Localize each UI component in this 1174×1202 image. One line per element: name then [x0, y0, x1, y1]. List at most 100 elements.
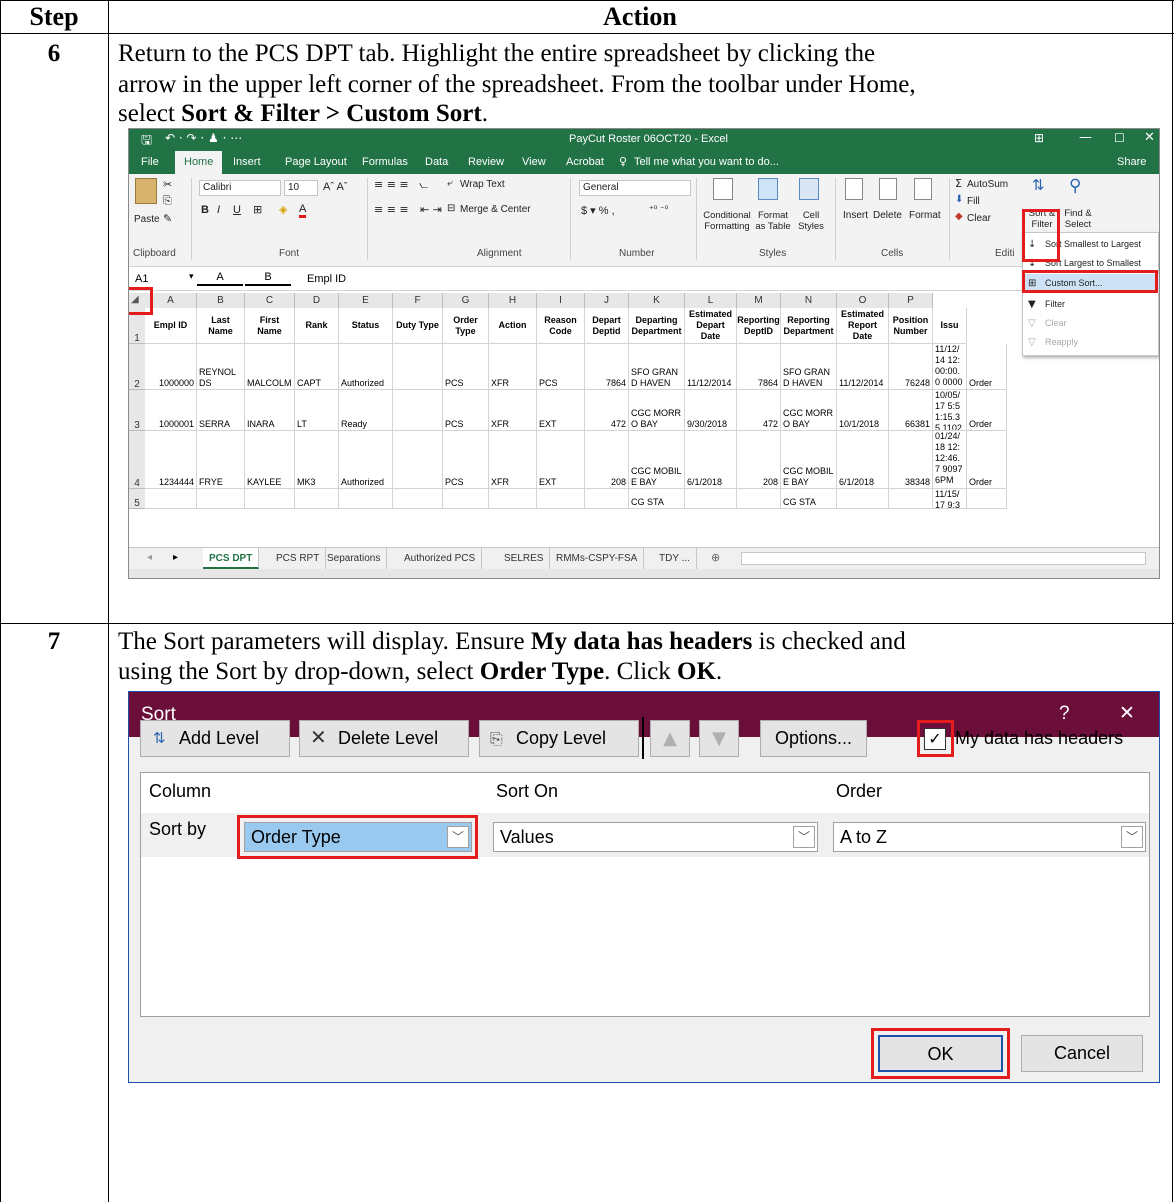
- merge-center-button[interactable]: Merge & Center: [460, 204, 531, 215]
- header-cell[interactable]: First Name: [245, 308, 295, 344]
- font-name-select[interactable]: Calibri: [199, 180, 281, 196]
- table-cell[interactable]: XFR: [489, 431, 537, 489]
- orientation-icon[interactable]: ⦦: [419, 178, 428, 192]
- font-size-select[interactable]: 10: [284, 180, 318, 196]
- header-cell[interactable]: Estimated Report Date: [837, 308, 889, 344]
- sort-on-select[interactable]: Values ﹀: [493, 822, 818, 852]
- header-cell[interactable]: Order Type: [443, 308, 489, 344]
- table-cell[interactable]: 208: [737, 431, 781, 489]
- table-cell[interactable]: [145, 489, 197, 509]
- tab-data[interactable]: Data: [425, 156, 448, 168]
- maximize-icon[interactable]: ☐: [1114, 131, 1125, 145]
- sheet-tab-selres[interactable]: SELRES: [498, 548, 551, 569]
- header-cell[interactable]: Issu: [933, 308, 967, 344]
- table-cell[interactable]: [393, 344, 443, 390]
- sheet-tab-pcs-dpt[interactable]: PCS DPT: [203, 548, 260, 569]
- undo-icon[interactable]: ↶ · ↷ · ♟ · ⋯: [165, 131, 242, 145]
- row-header[interactable]: 5: [129, 489, 145, 509]
- header-cell[interactable]: Action: [489, 308, 537, 344]
- header-cell[interactable]: Rank: [295, 308, 339, 344]
- column-header[interactable]: C: [245, 293, 295, 308]
- table-cell[interactable]: Order: [967, 390, 1007, 431]
- table-cell[interactable]: Order: [967, 431, 1007, 489]
- font-color-icon[interactable]: A: [299, 203, 307, 218]
- table-cell[interactable]: KAYLEE: [245, 431, 295, 489]
- column-header[interactable]: O: [837, 293, 889, 308]
- move-down-button[interactable]: ▼: [699, 720, 739, 757]
- table-cell[interactable]: Authorized: [339, 344, 393, 390]
- table-cell[interactable]: 7864: [737, 344, 781, 390]
- table-cell[interactable]: XFR: [489, 344, 537, 390]
- table-cell[interactable]: [585, 489, 629, 509]
- cut-icon[interactable]: ✂: [163, 178, 172, 191]
- column-header[interactable]: G: [443, 293, 489, 308]
- clear-button[interactable]: Clear: [967, 213, 991, 224]
- find-select-button[interactable]: Find & Select: [1061, 208, 1095, 230]
- table-cell[interactable]: LT: [295, 390, 339, 431]
- table-cell[interactable]: [339, 489, 393, 509]
- tab-scroll-right-icon[interactable]: ▸: [173, 552, 178, 563]
- table-cell[interactable]: [889, 489, 933, 509]
- tab-acrobat[interactable]: Acrobat: [566, 156, 604, 168]
- table-cell[interactable]: EXT: [537, 431, 585, 489]
- table-cell[interactable]: 38348: [889, 431, 933, 489]
- tab-scroll-left-icon[interactable]: ◂: [147, 552, 152, 563]
- table-cell[interactable]: CAPT: [295, 344, 339, 390]
- table-cell[interactable]: MALCOLM: [245, 344, 295, 390]
- sheet-tab-pcs-rpt[interactable]: PCS RPT: [270, 548, 327, 569]
- table-cell[interactable]: [685, 489, 737, 509]
- table-cell[interactable]: [393, 489, 443, 509]
- table-cell[interactable]: PCS: [443, 344, 489, 390]
- table-cell[interactable]: 66381: [889, 390, 933, 431]
- table-cell[interactable]: SERRA: [197, 390, 245, 431]
- table-cell[interactable]: 01/24/18 12:12:46.7 90976PM: [933, 431, 967, 489]
- table-cell[interactable]: 76248: [889, 344, 933, 390]
- table-cell[interactable]: XFR: [489, 390, 537, 431]
- header-cell[interactable]: Last Name: [197, 308, 245, 344]
- column-header[interactable]: J: [585, 293, 629, 308]
- table-cell[interactable]: [197, 489, 245, 509]
- options-button[interactable]: Options...: [760, 720, 867, 757]
- wrap-text-button[interactable]: Wrap Text: [460, 179, 505, 190]
- column-header[interactable]: B: [197, 293, 245, 308]
- table-cell[interactable]: 7864: [585, 344, 629, 390]
- format-as-table-icon[interactable]: [758, 178, 778, 200]
- table-cell[interactable]: 10/1/2018: [837, 390, 889, 431]
- format-painter-icon[interactable]: ✎: [163, 212, 172, 225]
- table-cell[interactable]: 1000000: [145, 344, 197, 390]
- table-cell[interactable]: CGC MOBILE BAY: [781, 431, 837, 489]
- fill-button[interactable]: Fill: [967, 196, 980, 207]
- table-cell[interactable]: INARA: [245, 390, 295, 431]
- table-cell[interactable]: [737, 489, 781, 509]
- column-header[interactable]: H: [489, 293, 537, 308]
- cell-styles-icon[interactable]: [799, 178, 819, 200]
- table-cell[interactable]: CGC MORRO BAY: [781, 390, 837, 431]
- header-cell[interactable]: Estimated Depart Date: [685, 308, 737, 344]
- table-cell[interactable]: 1234444: [145, 431, 197, 489]
- table-cell[interactable]: FRYE: [197, 431, 245, 489]
- bold-icon[interactable]: B: [201, 204, 209, 216]
- sheet-tab-separations[interactable]: Separations: [321, 548, 388, 569]
- table-cell[interactable]: MK3: [295, 431, 339, 489]
- table-cell[interactable]: 472: [585, 390, 629, 431]
- decimal-icon[interactable]: ⁺⁰ ⁻⁰: [649, 204, 668, 215]
- column-header[interactable]: M: [737, 293, 781, 308]
- column-header[interactable]: K: [629, 293, 685, 308]
- menu-filter[interactable]: ▼ Filter: [1023, 295, 1159, 314]
- table-cell[interactable]: 11/12/2014: [837, 344, 889, 390]
- table-cell[interactable]: SFO GRAND HAVEN: [781, 344, 837, 390]
- table-cell[interactable]: Ready: [339, 390, 393, 431]
- tab-page-layout[interactable]: Page Layout: [285, 156, 347, 168]
- table-cell[interactable]: SFO GRAND HAVEN: [629, 344, 685, 390]
- row-header[interactable]: 2: [129, 344, 145, 390]
- ribbon-display-icon[interactable]: ⊞: [1034, 131, 1044, 145]
- horizontal-scrollbar[interactable]: [741, 552, 1146, 565]
- autosum-button[interactable]: AutoSum: [967, 179, 1008, 190]
- delete-cells-icon[interactable]: [879, 178, 897, 200]
- name-box-dropdown-icon[interactable]: ▾: [189, 271, 194, 282]
- find-icon[interactable]: ⚲: [1069, 176, 1081, 196]
- sheet-tab-tdy[interactable]: TDY ...: [653, 548, 697, 569]
- table-cell[interactable]: CG STA: [629, 489, 685, 509]
- column-header[interactable]: L: [685, 293, 737, 308]
- table-cell[interactable]: 10/05/17 5:51:15.35 1102PM: [933, 390, 967, 431]
